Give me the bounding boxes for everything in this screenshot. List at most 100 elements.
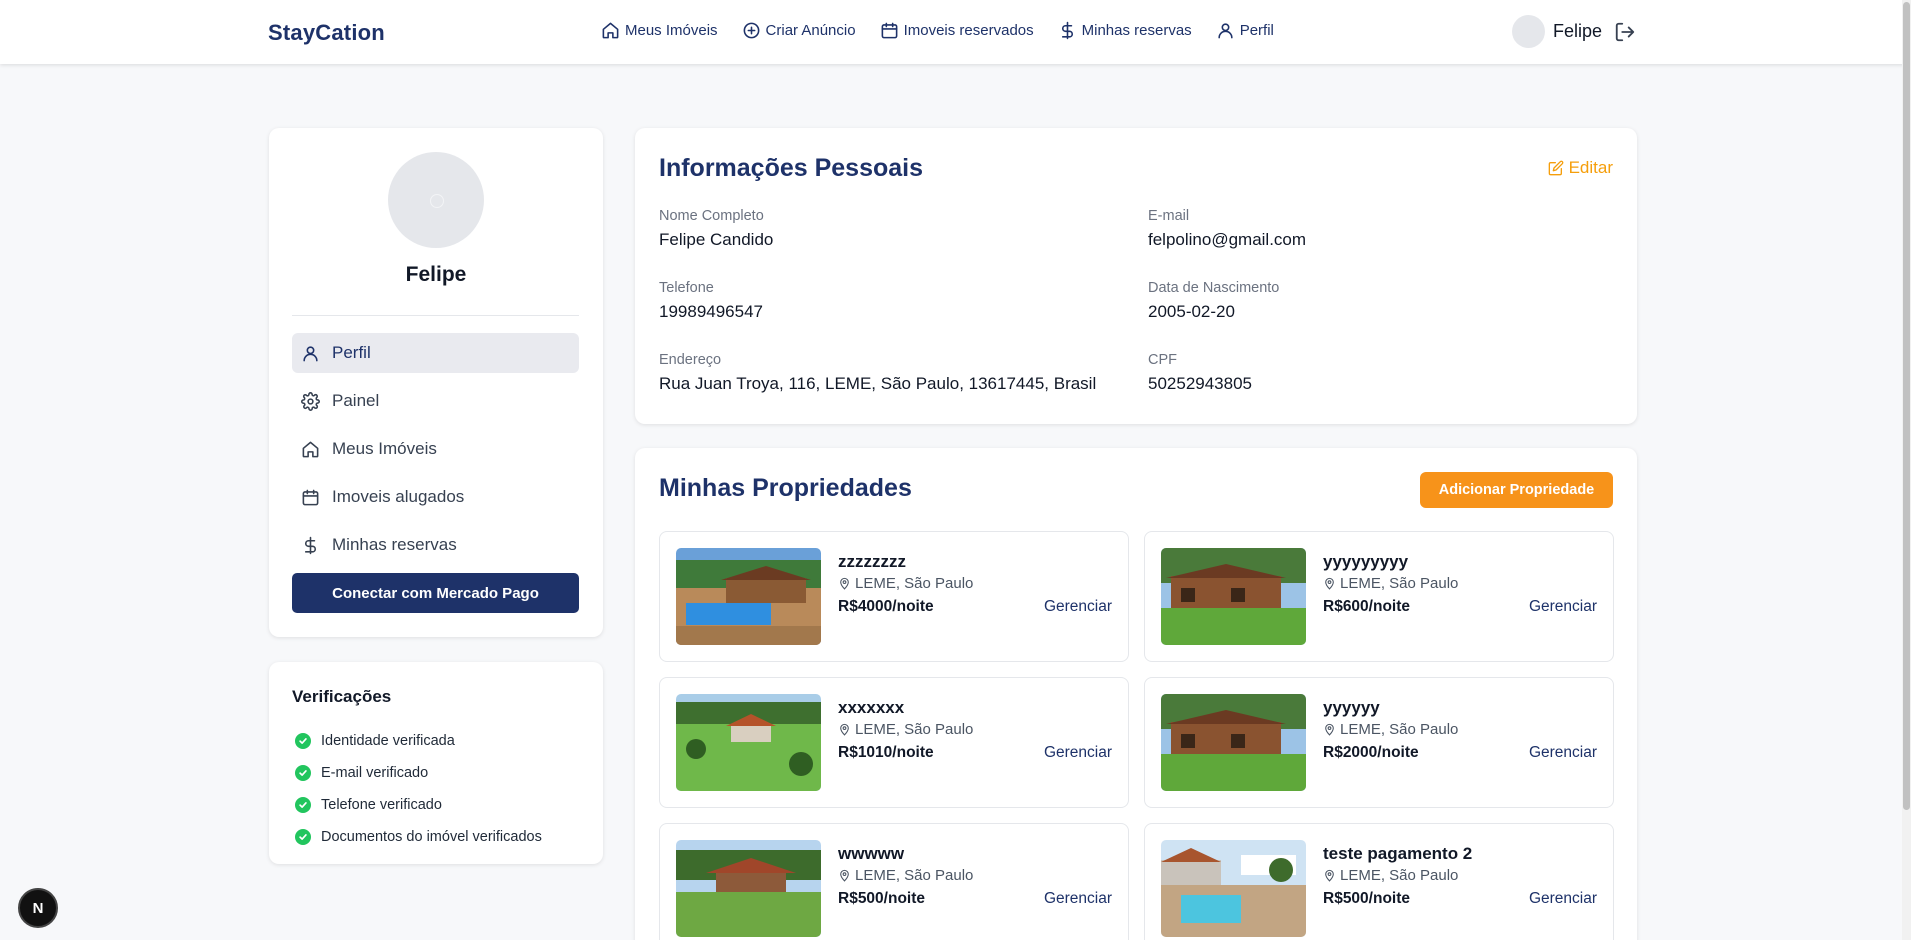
field-phone: Telefone 19989496547 [659, 280, 763, 322]
property-title: yyyyyy [1323, 698, 1380, 717]
my-properties-card: Minhas Propriedades Adicionar Propriedad… [635, 448, 1637, 940]
property-image[interactable] [1161, 548, 1306, 645]
edit-button[interactable]: Editar [1548, 158, 1613, 178]
sidebar-item-imoveis-alugados[interactable]: Imoveis alugados [292, 477, 579, 517]
manage-property-link[interactable]: Gerenciar [1529, 890, 1597, 908]
profile-avatar [388, 152, 484, 248]
map-pin-icon [1325, 577, 1334, 590]
property-image[interactable] [676, 840, 821, 937]
field-label: Endereço [659, 352, 722, 368]
nav-perfil[interactable]: Perfil [1216, 21, 1274, 40]
property-card[interactable]: wwwww LEME, São Paulo R$500/noite Gerenc… [659, 823, 1129, 940]
profile-card: Felipe Perfil Painel Meus Imóveis Imovei… [269, 128, 603, 637]
nav-imoveis-reservados[interactable]: Imoveis reservados [880, 21, 1034, 40]
property-location: LEME, São Paulo [838, 721, 973, 738]
map-pin-icon [840, 577, 849, 590]
property-card[interactable]: zzzzzzzz LEME, São Paulo R$4000/noite Ge… [659, 531, 1129, 662]
verification-label: Identidade verificada [321, 733, 455, 749]
nav-label: Meus Imóveis [625, 22, 718, 39]
property-location-label: LEME, São Paulo [855, 575, 974, 592]
property-price: R$2000/noite [1323, 744, 1419, 761]
property-image[interactable] [1161, 694, 1306, 791]
connect-mercado-pago-button[interactable]: Conectar com Mercado Pago [292, 573, 579, 613]
dollar-icon [1061, 21, 1073, 40]
field-value: 50252943805 [1148, 374, 1253, 393]
profile-name: Felipe [405, 263, 467, 286]
property-image[interactable] [676, 548, 821, 645]
calendar-icon [881, 22, 897, 39]
property-card[interactable]: xxxxxxx LEME, São Paulo R$1010/noite Ger… [659, 677, 1129, 808]
sidebar-item-perfil[interactable]: Perfil [292, 333, 579, 373]
field-label: Nome Completo [659, 208, 764, 224]
home-icon [602, 22, 619, 39]
manage-property-link[interactable]: Gerenciar [1529, 744, 1597, 762]
gear-icon [301, 391, 320, 411]
sidebar-item-label: Painel [332, 391, 380, 410]
avatar [1512, 15, 1545, 48]
property-title: wwwww [838, 844, 905, 863]
logout-icon[interactable] [1614, 21, 1636, 43]
verification-label: Telefone verificado [321, 797, 442, 813]
verification-item: Telefone verificado [295, 789, 542, 821]
field-value: 19989496547 [659, 302, 764, 321]
property-price: R$600/noite [1323, 598, 1411, 615]
verifications-card: Verificações Identidade verificada E-mai… [269, 662, 603, 864]
nav-label: Criar Anúncio [765, 22, 856, 39]
check-circle-icon [295, 797, 311, 813]
property-card[interactable]: teste pagamento 2 LEME, São Paulo R$500/… [1144, 823, 1614, 940]
field-birth-date: Data de Nascimento 2005-02-20 [1148, 280, 1279, 322]
personal-info-card: Informações Pessoais Editar Nome Complet… [635, 128, 1637, 424]
field-value: Felipe Candido [659, 230, 774, 249]
field-value: felpolino@gmail.com [1148, 230, 1307, 249]
property-image[interactable] [1161, 840, 1306, 937]
add-property-button[interactable]: Adicionar Propriedade [1420, 472, 1613, 508]
property-location-label: LEME, São Paulo [1340, 575, 1459, 592]
calendar-icon [302, 489, 319, 505]
manage-property-link[interactable]: Gerenciar [1044, 744, 1112, 762]
verification-label: Documentos do imóvel verificados [321, 829, 542, 845]
verification-label: E-mail verificado [321, 765, 429, 781]
user-menu[interactable]: Felipe [1512, 15, 1602, 48]
field-address: Endereço Rua Juan Troya, 116, LEME, São … [659, 352, 1096, 394]
field-label: Data de Nascimento [1148, 280, 1280, 296]
manage-property-link[interactable]: Gerenciar [1044, 598, 1112, 616]
brand-logo[interactable]: StayCation [268, 20, 385, 46]
dev-tools-badge[interactable]: N [18, 888, 58, 928]
property-title: zzzzzzzz [838, 552, 906, 571]
property-card[interactable]: yyyyyyyyy LEME, São Paulo R$600/noite Ge… [1144, 531, 1614, 662]
property-title: teste pagamento 2 [1323, 844, 1473, 863]
nav-label: Minhas reservas [1081, 22, 1192, 39]
personal-info-title: Informações Pessoais [659, 154, 924, 182]
home-icon [302, 441, 319, 457]
edit-icon [1548, 160, 1563, 176]
sidebar-item-meus-imoveis[interactable]: Meus Imóveis [292, 429, 579, 469]
verification-item: Identidade verificada [295, 725, 542, 757]
property-image[interactable] [676, 694, 821, 791]
main-nav: Meus Imóveis Criar Anúncio Imoveis reser… [601, 21, 1274, 40]
my-properties-title: Minhas Propriedades [659, 474, 912, 502]
field-label: E-mail [1148, 208, 1190, 224]
nav-criar-anuncio[interactable]: Criar Anúncio [742, 21, 856, 40]
user-icon [1218, 23, 1233, 39]
plus-circle-icon [743, 22, 759, 39]
nav-minhas-reservas[interactable]: Minhas reservas [1058, 21, 1192, 40]
sidebar-item-painel[interactable]: Painel [292, 381, 579, 421]
nav-meus-imoveis[interactable]: Meus Imóveis [601, 21, 718, 40]
property-card[interactable]: yyyyyy LEME, São Paulo R$2000/noite Gere… [1144, 677, 1614, 808]
property-location: LEME, São Paulo [1323, 867, 1458, 884]
property-location: LEME, São Paulo [1323, 721, 1458, 738]
sidebar-item-label: Perfil [332, 343, 371, 362]
property-title: xxxxxxx [838, 698, 905, 717]
manage-property-link[interactable]: Gerenciar [1529, 598, 1597, 616]
verification-item: E-mail verificado [295, 757, 542, 789]
check-circle-icon [295, 733, 311, 749]
verifications-title: Verificações [292, 687, 392, 706]
scrollbar-thumb[interactable] [1903, 2, 1910, 810]
manage-property-link[interactable]: Gerenciar [1044, 890, 1112, 908]
field-label: Telefone [659, 280, 714, 296]
sidebar-item-label: Meus Imóveis [332, 439, 437, 458]
field-label: CPF [1148, 352, 1177, 368]
sidebar-item-minhas-reservas[interactable]: Minhas reservas [292, 525, 579, 565]
scrollbar[interactable] [1902, 0, 1911, 940]
divider [292, 315, 579, 316]
